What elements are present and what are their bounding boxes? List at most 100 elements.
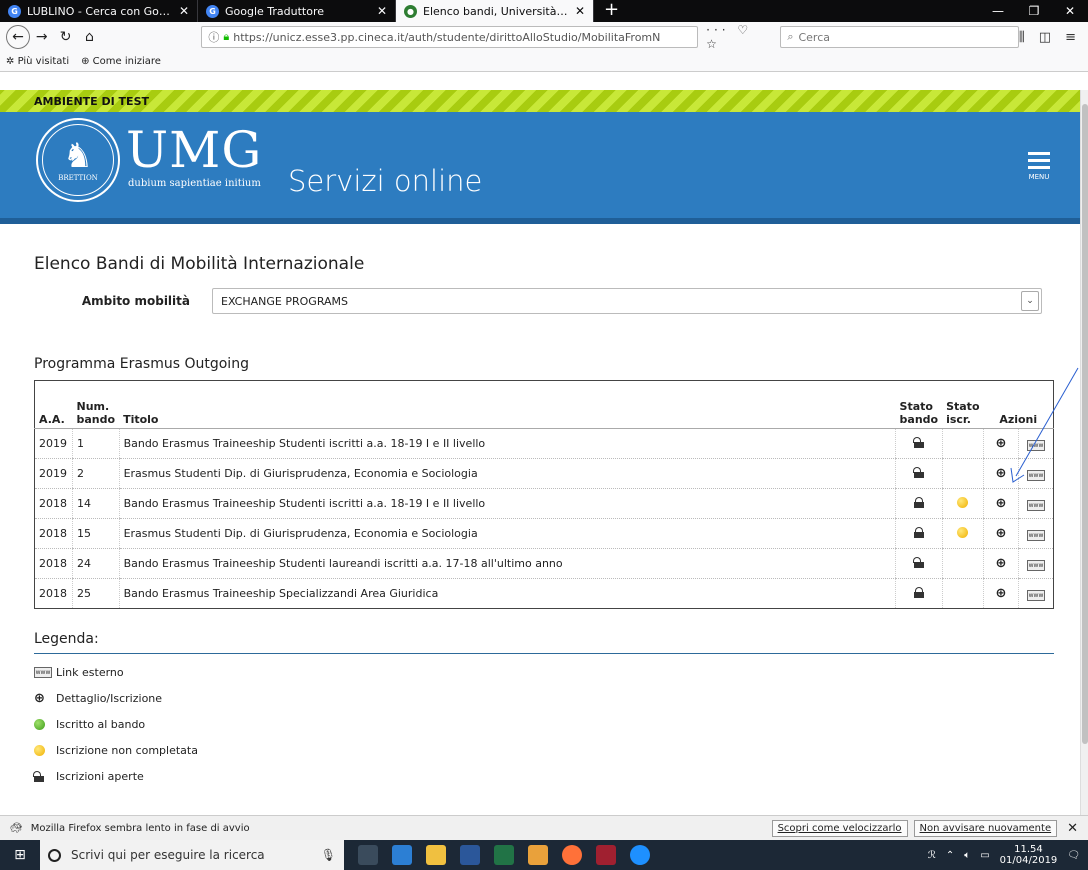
maximize-icon[interactable]: ❐ bbox=[1016, 0, 1052, 22]
university-seal-logo[interactable]: ♞ BRETTION bbox=[36, 118, 120, 202]
chevron-down-icon[interactable]: ⌄ bbox=[1021, 291, 1039, 311]
bookmark-come-iniziare[interactable]: ⊕ Come iniziare bbox=[81, 56, 161, 67]
bookmark-piu-visitati[interactable]: ✲ Più visitati bbox=[6, 56, 69, 67]
close-icon[interactable]: ✕ bbox=[179, 4, 189, 18]
microphone-icon[interactable]: 🎙︎ bbox=[321, 848, 336, 862]
cell-num: 2 bbox=[72, 458, 120, 489]
search-input[interactable]: ⌕ Cerca bbox=[780, 26, 1019, 48]
dont-notify-button[interactable]: Non avvisare nuovamente bbox=[913, 819, 1058, 837]
zoom-icon[interactable]: ⊕ bbox=[996, 436, 1007, 451]
legend-item: ⊕ Dettaglio/Iscrizione bbox=[34, 690, 1046, 706]
cell-titolo: Erasmus Studenti Dip. di Giurisprudenza,… bbox=[118, 518, 896, 549]
library-icon[interactable]: ⫼ bbox=[1019, 30, 1025, 45]
www-icon[interactable]: www bbox=[1027, 499, 1045, 511]
lock-closed-icon bbox=[913, 526, 924, 538]
cell-stato-bando bbox=[895, 428, 943, 459]
window-controls: — ❐ ✕ bbox=[980, 0, 1088, 22]
cell-link: www bbox=[1018, 458, 1054, 489]
cell-titolo: Bando Erasmus Traineeship Specializzandi… bbox=[118, 578, 896, 609]
www-icon[interactable]: www bbox=[1027, 529, 1045, 541]
info-icon[interactable]: ⓘ bbox=[208, 29, 219, 45]
hamburger-menu-icon[interactable]: ≡ bbox=[1065, 30, 1076, 45]
zoom-icon[interactable]: ⊕ bbox=[996, 526, 1007, 541]
page-actions-icon[interactable]: ··· ♡ ☆ bbox=[706, 23, 774, 51]
close-icon[interactable]: ✕ bbox=[575, 4, 585, 18]
table-row: 2018 25 Bando Erasmus Traineeship Specia… bbox=[34, 578, 1054, 609]
word-icon[interactable] bbox=[460, 845, 480, 865]
zoom-icon[interactable]: ⊕ bbox=[996, 586, 1007, 601]
www-icon[interactable]: www bbox=[1027, 439, 1045, 451]
window-close-icon[interactable]: ✕ bbox=[1052, 0, 1088, 22]
cell-aa: 2018 bbox=[34, 518, 73, 549]
reload-icon[interactable]: ↻ bbox=[54, 29, 78, 45]
home-icon[interactable]: ⌂ bbox=[78, 29, 102, 45]
col-num-line1: Num. bbox=[76, 400, 110, 413]
table-row: 2018 24 Bando Erasmus Traineeship Studen… bbox=[34, 548, 1054, 579]
site-menu-button[interactable]: MENU bbox=[1028, 152, 1050, 181]
scrollbar-thumb[interactable] bbox=[1082, 104, 1088, 744]
media-icon[interactable] bbox=[596, 845, 616, 865]
yellow-dot-icon bbox=[957, 496, 969, 508]
app-icon[interactable] bbox=[528, 845, 548, 865]
ambito-select[interactable]: EXCHANGE PROGRAMS ⌄ bbox=[212, 288, 1042, 314]
legend-label: Link esterno bbox=[56, 665, 124, 679]
lock-closed-icon bbox=[913, 496, 924, 508]
forward-icon[interactable]: → bbox=[30, 29, 54, 45]
taskbar-search[interactable]: Scrivi qui per eseguire la ricerca 🎙︎ bbox=[40, 840, 344, 870]
windows-start-icon[interactable]: ⊞ bbox=[0, 847, 40, 863]
notifications-icon[interactable]: 🗨︎ bbox=[1067, 850, 1080, 861]
url-text[interactable]: https://unicz.esse3.pp.cineca.it/auth/st… bbox=[233, 31, 691, 44]
cell-stato-iscr bbox=[941, 458, 984, 489]
clock[interactable]: 11.54 01/04/2019 bbox=[1000, 844, 1058, 866]
excel-icon[interactable] bbox=[494, 845, 514, 865]
www-icon[interactable]: www bbox=[1027, 469, 1045, 481]
close-icon[interactable]: ✕ bbox=[1067, 821, 1078, 836]
www-icon[interactable]: www bbox=[1027, 559, 1045, 571]
close-icon[interactable]: ✕ bbox=[377, 4, 387, 18]
test-environment-bar: AMBIENTE DI TEST bbox=[0, 90, 1080, 112]
page-scrollbar[interactable] bbox=[1080, 90, 1088, 815]
logo-wordmark[interactable]: UMG dubium sapientiae initium bbox=[126, 122, 262, 189]
cell-link: www bbox=[1018, 548, 1054, 579]
people-icon[interactable]: ℛ bbox=[928, 850, 936, 861]
volume-icon[interactable]: 🔈︎ bbox=[964, 850, 970, 861]
ambito-row: Ambito mobilità EXCHANGE PROGRAMS ⌄ bbox=[34, 288, 1046, 314]
programme-title: Programma Erasmus Outgoing bbox=[34, 356, 249, 372]
legend-label: Iscritto al bando bbox=[56, 717, 146, 731]
site-header: ♞ BRETTION UMG dubium sapientiae initium… bbox=[0, 112, 1080, 224]
sidebar-icon[interactable]: ◫ bbox=[1039, 30, 1051, 45]
chevron-up-icon[interactable]: ⌃ bbox=[946, 850, 954, 861]
windows-taskbar: ⊞ Scrivi qui per eseguire la ricerca 🎙︎ … bbox=[0, 840, 1088, 870]
speed-up-button[interactable]: Scopri come velocizzarlo bbox=[771, 819, 908, 837]
ambito-value: EXCHANGE PROGRAMS bbox=[221, 294, 349, 308]
zoom-icon[interactable]: ⊕ bbox=[996, 496, 1007, 511]
firefox-icon[interactable] bbox=[562, 845, 582, 865]
network-icon[interactable]: ▭ bbox=[980, 850, 989, 861]
system-tray: ℛ ⌃ 🔈︎ ▭ 11.54 01/04/2019 🗨︎ bbox=[928, 844, 1088, 866]
internet-explorer-icon[interactable] bbox=[630, 845, 650, 865]
lock-open-icon bbox=[912, 466, 924, 478]
cell-num: 14 bbox=[72, 488, 120, 519]
tab-google-translate[interactable]: G Google Traduttore ✕ bbox=[198, 0, 396, 22]
minimize-icon[interactable]: — bbox=[980, 0, 1016, 22]
google-icon: G bbox=[8, 4, 21, 18]
www-icon[interactable]: www bbox=[1027, 589, 1045, 601]
search-placeholder: Cerca bbox=[798, 30, 831, 44]
cell-link: www bbox=[1018, 428, 1054, 459]
cell-link: www bbox=[1018, 578, 1054, 609]
task-view-icon[interactable] bbox=[358, 845, 378, 865]
url-bar[interactable]: ⓘ 🔒︎ https://unicz.esse3.pp.cineca.it/au… bbox=[201, 26, 699, 48]
back-icon[interactable]: ← bbox=[6, 25, 30, 49]
zoom-icon[interactable]: ⊕ bbox=[996, 556, 1007, 571]
file-explorer-icon[interactable] bbox=[426, 845, 446, 865]
navigation-toolbar: ← → ↻ ⌂ ⓘ 🔒︎ https://unicz.esse3.pp.cine… bbox=[0, 22, 1088, 72]
padlock-icon[interactable]: 🔒︎ bbox=[223, 30, 229, 44]
new-tab-button[interactable]: + bbox=[594, 0, 629, 22]
notification-message: Mozilla Firefox sembra lento in fase di … bbox=[30, 822, 250, 834]
tab-elenco-bandi[interactable]: ● Elenco bandi, Università di UNI ✕ bbox=[396, 0, 594, 22]
store-icon[interactable] bbox=[392, 845, 412, 865]
zoom-icon[interactable]: ⊕ bbox=[996, 466, 1007, 481]
cell-aa: 2018 bbox=[34, 548, 73, 579]
cell-num: 1 bbox=[72, 428, 120, 459]
tab-google-search[interactable]: G LUBLINO - Cerca con Google ✕ bbox=[0, 0, 198, 22]
